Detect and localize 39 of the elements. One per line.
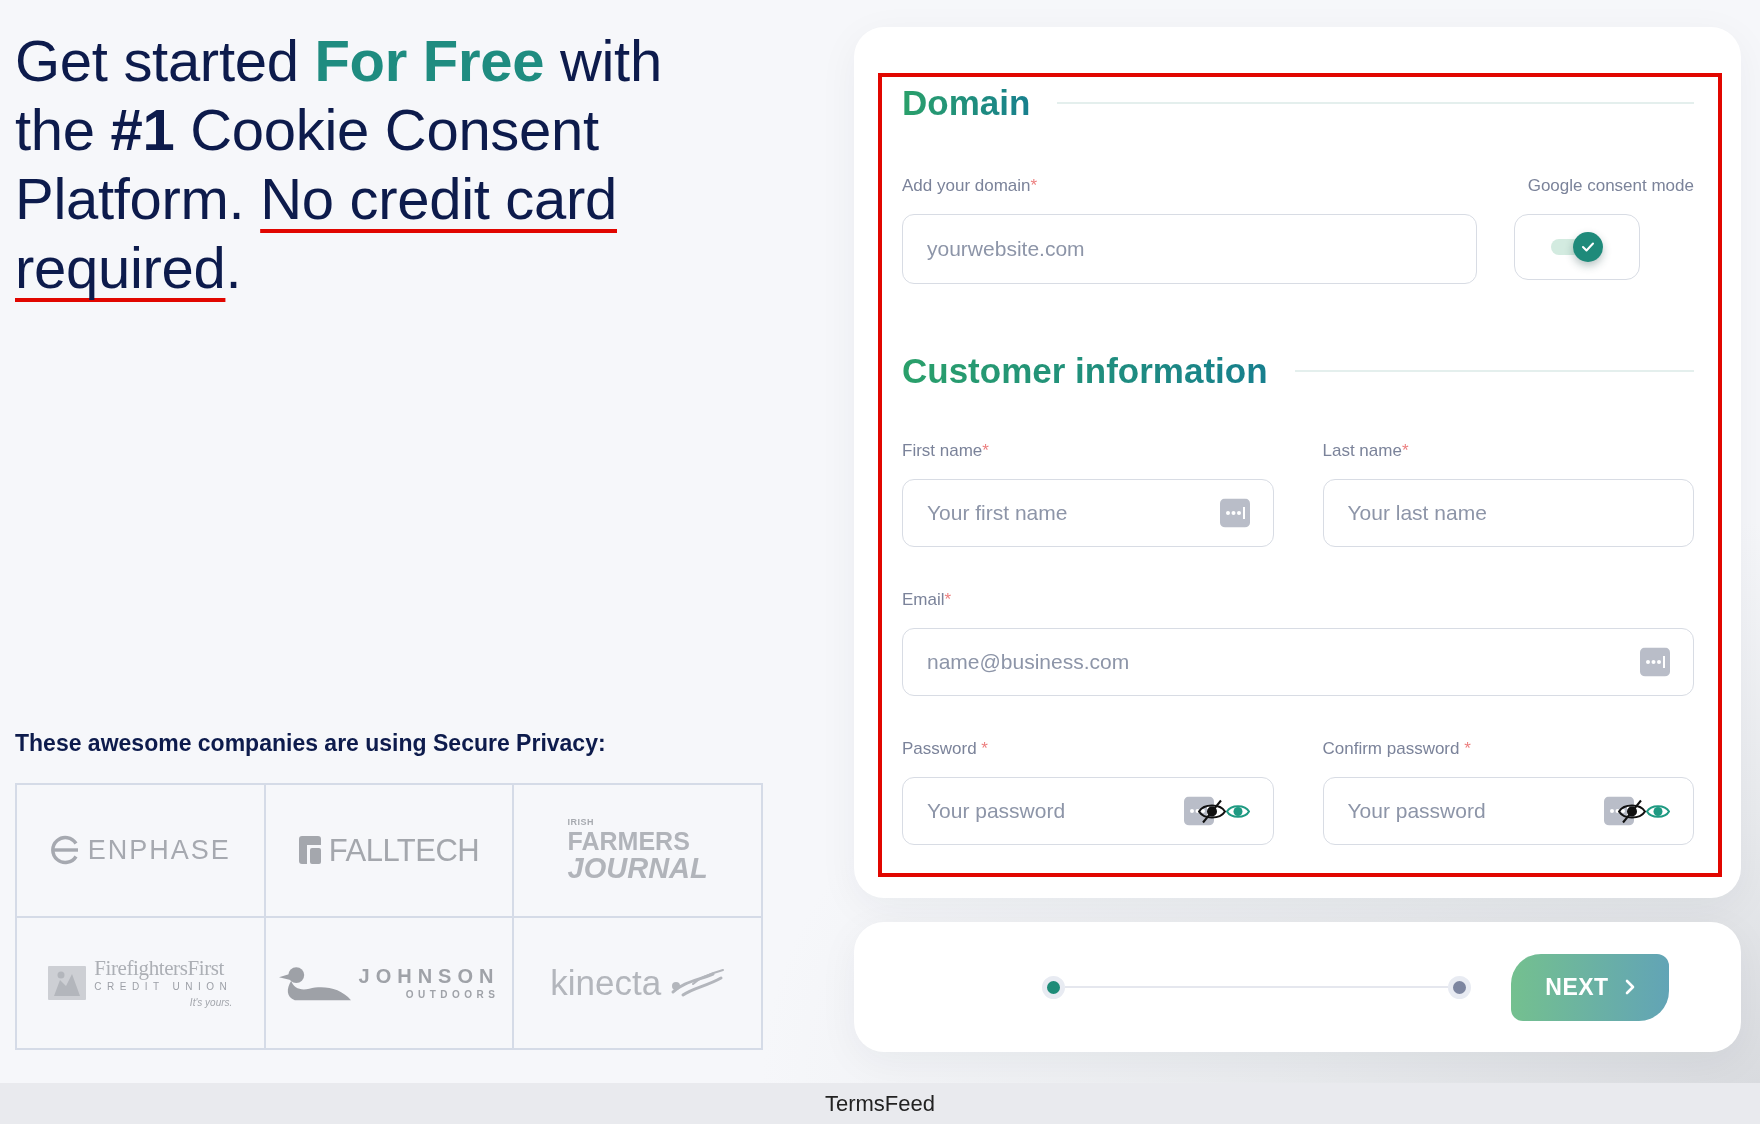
input-field[interactable]: name@business.com (902, 628, 1694, 696)
eye-slash-icon[interactable] (1618, 799, 1646, 823)
tile-icon (298, 836, 321, 865)
logo-text: IRISH (567, 817, 595, 827)
logo-text: JOURNAL (567, 853, 708, 883)
logo-text: FARMERS (567, 828, 690, 854)
field-label: Last name* (1322, 440, 1409, 462)
logo-text: OUTDOORS (405, 989, 500, 1000)
field-label: Google consent mode (1527, 175, 1694, 197)
field-label: Email* (902, 589, 952, 611)
input-field[interactable]: Your password (1322, 777, 1694, 845)
ring-icon (49, 835, 80, 866)
logo-text: JOHNSON (358, 965, 500, 986)
field-label: Confirm password * (1322, 738, 1471, 760)
logo-text: kinecta (550, 965, 662, 1001)
input-field[interactable]: Your password (902, 777, 1274, 845)
logo-text: CREDIT UNION (94, 981, 233, 992)
duck-icon (278, 964, 351, 1001)
field-label: Add your domain* (902, 175, 1038, 197)
check-icon (1582, 242, 1594, 252)
logo-text: FirefightersFirst (94, 957, 224, 979)
next-button[interactable]: NEXT (1511, 953, 1669, 1021)
field-label: Password * (902, 738, 988, 760)
footer-caption: TermsFeed (824, 1090, 935, 1117)
streaks-icon (669, 967, 726, 998)
toggle-switch[interactable] (1551, 232, 1603, 262)
logo-text: ENPHASE (87, 836, 231, 864)
dots-tile-icon[interactable] (1640, 647, 1670, 677)
picture-icon (48, 965, 87, 1000)
clients-heading: These awesome companies are using Secure Privacy: (15, 729, 607, 757)
field-label: First name* (902, 440, 989, 462)
chevron-right-icon (1624, 979, 1635, 995)
headline: Get started For Free with the #1 Cookie Consent Platform. No credit card required. (15, 27, 663, 302)
input-field[interactable]: Your first name (902, 479, 1274, 547)
logo-text: It's yours. (189, 997, 233, 1008)
eye-slash-icon[interactable] (1197, 799, 1226, 823)
input-field[interactable]: Your last name (1322, 479, 1694, 547)
input-field[interactable]: yourwebsite.com (902, 214, 1477, 284)
logo-text: FALLTECH (328, 834, 480, 866)
